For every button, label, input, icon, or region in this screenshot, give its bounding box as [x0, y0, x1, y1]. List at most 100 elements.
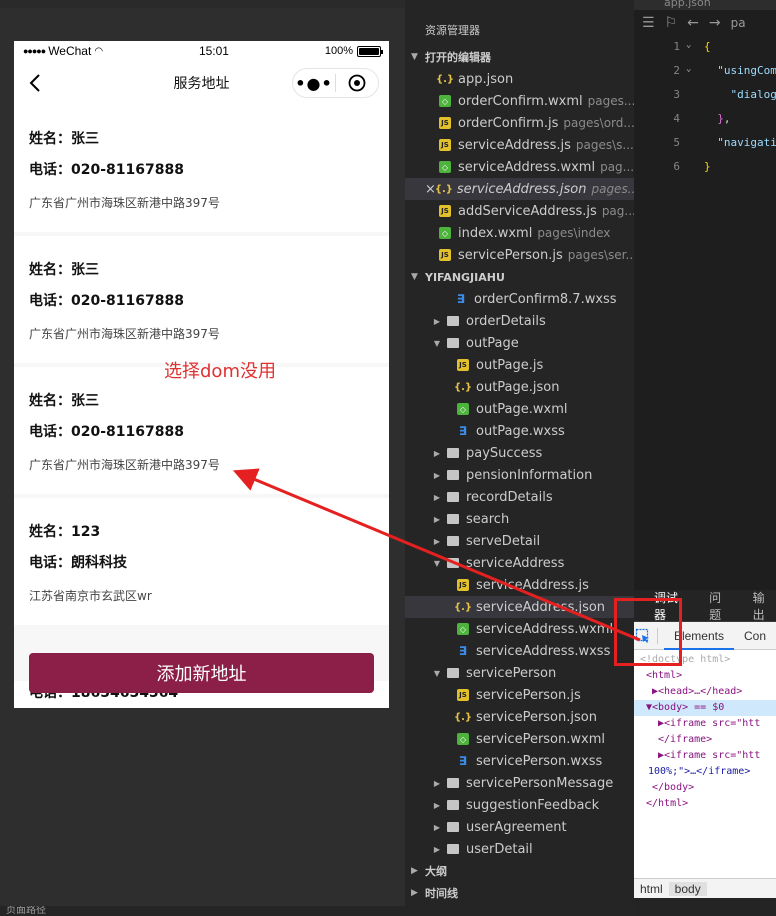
address-card[interactable]: 姓名：123 电话：朗科科技 江苏省南京市玄武区wr — [14, 498, 389, 625]
more-dots-icon[interactable]: •●• — [293, 74, 335, 93]
close-target-icon[interactable] — [336, 74, 378, 92]
json-file-icon: {.} — [453, 381, 473, 393]
code-line: "usingCom — [717, 64, 776, 77]
item-name: orderDetails — [466, 313, 546, 329]
dom-node[interactable]: </iframe> — [634, 732, 776, 748]
outline-section[interactable]: ▶ 大纲 — [405, 860, 634, 882]
open-editor-item[interactable]: JS addServiceAddress.js pag... — [405, 200, 634, 222]
open-editor-item[interactable]: {.} app.json — [405, 68, 634, 90]
file-item[interactable]: ∃ serviceAddress.wxss — [405, 640, 634, 662]
open-editor-item[interactable]: ◇ orderConfirm.wxml pages... — [405, 90, 634, 112]
line-number: 6 — [673, 160, 680, 173]
item-name: orderConfirm8.7.wxss — [474, 291, 617, 307]
list-icon[interactable]: ☰ — [642, 15, 655, 31]
folder-item[interactable]: ▼ servicePerson — [405, 662, 634, 684]
address-card[interactable]: 姓名：张三 电话：020-81167888 广东省广州市海珠区新港中路397号 — [14, 236, 389, 363]
project-section[interactable]: ▼ YIFANGJIAHU — [405, 266, 634, 288]
dom-node-text: </body> — [652, 782, 695, 793]
folder-item[interactable]: ▶ paySuccess — [405, 442, 634, 464]
battery-percent: 100% — [324, 45, 353, 57]
wxml-file-icon: ◇ — [439, 227, 451, 239]
dom-node[interactable]: 100%;">…</iframe> — [634, 764, 776, 780]
dom-node[interactable]: ▼<body> == $0 — [634, 700, 776, 716]
chevron-right-icon: ▶ — [433, 844, 441, 854]
file-item[interactable]: JS serviceAddress.js — [405, 574, 634, 596]
folder-item[interactable]: ▼ serviceAddress — [405, 552, 634, 574]
open-editor-item[interactable]: JS orderConfirm.js pages\ord... — [405, 112, 634, 134]
timeline-section[interactable]: ▶ 时间线 — [405, 882, 634, 904]
file-item[interactable]: JS servicePerson.js — [405, 684, 634, 706]
wxml-file-icon: ◇ — [439, 95, 451, 107]
back-arrow-icon[interactable] — [24, 71, 48, 95]
item-name: servicePersonMessage — [466, 775, 614, 791]
dom-node[interactable]: </html> — [634, 796, 776, 812]
file-path: pages\s... — [575, 138, 634, 152]
file-item[interactable]: {.} serviceAddress.json — [405, 596, 634, 618]
folder-item[interactable]: ▶ recordDetails — [405, 486, 634, 508]
forward-icon[interactable]: → — [709, 15, 721, 31]
file-item[interactable]: ◇ outPage.wxml — [405, 398, 634, 420]
chevron-right-icon: ▶ — [433, 536, 441, 546]
folder-item[interactable]: ▶ userAgreement — [405, 816, 634, 838]
fold-icon[interactable]: ⌄ — [686, 40, 691, 50]
carrier-label: WeChat — [48, 44, 92, 58]
dom-tree[interactable]: <!doctype html> <html> ▶<head>…</head> ▼<bo… — [634, 650, 776, 878]
add-address-button[interactable]: 添加新地址 — [29, 653, 374, 693]
tab-console[interactable]: Con — [734, 622, 776, 650]
wxml-file-icon: ◇ — [457, 403, 469, 415]
open-editors-section[interactable]: ▼ 打开的编辑器 — [405, 46, 634, 68]
file-item[interactable]: {.} servicePerson.json — [405, 706, 634, 728]
name-label: 姓名： — [29, 131, 71, 147]
folder-item[interactable]: ▶ suggestionFeedback — [405, 794, 634, 816]
folder-item[interactable]: ▼ outPage — [405, 332, 634, 354]
file-item[interactable]: ◇ servicePerson.wxml — [405, 728, 634, 750]
dom-node[interactable]: ▶<iframe src="htt — [634, 716, 776, 732]
file-item[interactable]: ∃ servicePerson.wxss — [405, 750, 634, 772]
line-number: 3 — [673, 88, 680, 101]
file-item[interactable]: ∃ outPage.wxss — [405, 420, 634, 442]
dom-node[interactable]: ▶<iframe src="htt — [634, 748, 776, 764]
bookmark-icon[interactable]: ⚐ — [665, 15, 678, 31]
open-editor-item[interactable]: ◇ index.wxml pages\index — [405, 222, 634, 244]
folder-item[interactable]: ▶ orderDetails — [405, 310, 634, 332]
item-name: serveDetail — [466, 533, 541, 549]
address-card[interactable]: 姓名：张三 电话：020-81167888 广东省广州市海珠区新港中路397号 — [14, 367, 389, 494]
file-item[interactable]: {.} outPage.json — [405, 376, 634, 398]
item-name: serviceAddress.json — [476, 599, 606, 615]
open-editor-item[interactable]: JS serviceAddress.js pages\s... — [405, 134, 634, 156]
file-path: pag... — [601, 204, 634, 218]
section-label: YIFANGJIAHU — [425, 270, 505, 284]
devtools-tab[interactable]: 输出 — [753, 589, 776, 623]
folder-item[interactable]: ▶ pensionInformation — [405, 464, 634, 486]
fold-icon[interactable]: ⌄ — [686, 64, 691, 74]
address-card[interactable]: 姓名：张三 电话：020-81167888 广东省广州市海珠区新港中路397号 — [14, 105, 389, 232]
devtools-tab[interactable]: 问题 — [709, 589, 732, 623]
folder-item[interactable]: ▶ servicePersonMessage — [405, 772, 634, 794]
name-row: 姓名：张三 — [29, 128, 374, 159]
file-item[interactable]: ◇ serviceAddress.wxml — [405, 618, 634, 640]
crumb-item[interactable]: html — [634, 882, 669, 896]
file-item[interactable]: JS outPage.js — [405, 354, 634, 376]
folder-item[interactable]: ▶ search — [405, 508, 634, 530]
dom-breadcrumb: html body — [634, 878, 776, 898]
folder-item[interactable]: ▶ serveDetail — [405, 530, 634, 552]
phone-row: 电话：020-81167888 — [29, 290, 374, 321]
js-file-icon: JS — [439, 139, 451, 151]
file-item[interactable]: ∃ orderConfirm8.7.wxss — [405, 288, 634, 310]
back-icon[interactable]: ← — [687, 15, 699, 31]
dom-node[interactable]: <html> — [634, 668, 776, 684]
line-number: 1 — [673, 40, 680, 53]
chevron-down-icon: ▼ — [433, 668, 441, 678]
file-name: serviceAddress.wxml — [458, 159, 596, 175]
file-name: orderConfirm.js — [458, 115, 559, 131]
folder-item[interactable]: ▶ userDetail — [405, 838, 634, 860]
dom-node-text: ▶<iframe src="htt — [658, 718, 761, 729]
open-editor-item[interactable]: ×{.}serviceAddress.jsonpages... — [405, 178, 634, 200]
open-editor-item[interactable]: JS servicePerson.js pages\ser... — [405, 244, 634, 266]
dom-node[interactable]: </body> — [634, 780, 776, 796]
dom-node[interactable]: ▶<head>…</head> — [634, 684, 776, 700]
item-name: outPage.json — [476, 379, 560, 395]
crumb-item[interactable]: body — [668, 881, 707, 896]
editor-tab[interactable]: app.json — [634, 0, 776, 10]
open-editor-item[interactable]: ◇ serviceAddress.wxml pag... — [405, 156, 634, 178]
